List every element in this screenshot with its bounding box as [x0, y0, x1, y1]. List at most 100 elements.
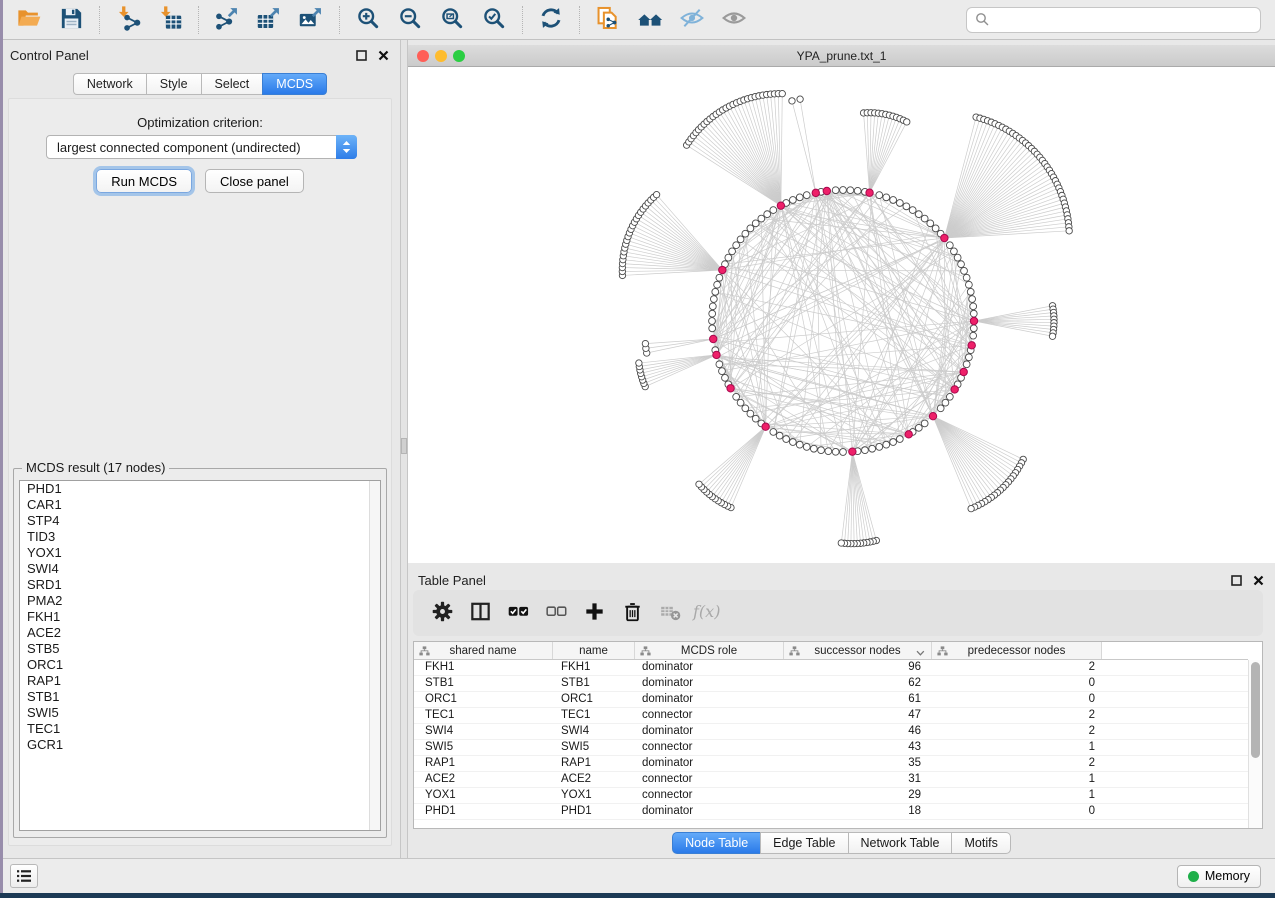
- export-table-button[interactable]: [248, 3, 290, 37]
- mcds-result-item[interactable]: GCR1: [20, 737, 380, 753]
- criterion-select[interactable]: largest connected component (undirected): [46, 135, 357, 159]
- column-header-predecessor_nodes[interactable]: predecessor nodes: [932, 642, 1102, 659]
- splitter-grip-icon[interactable]: [401, 438, 407, 454]
- cell-predecessor_nodes[interactable]: 2: [932, 756, 1102, 771]
- mcds-result-item[interactable]: TEC1: [20, 721, 380, 737]
- cell-successor_nodes[interactable]: 43: [784, 740, 932, 755]
- toggle-column-view-button[interactable]: [461, 594, 499, 632]
- table-row[interactable]: RAP1RAP1dominator352: [414, 756, 1248, 772]
- table-scrollbar-thumb[interactable]: [1251, 662, 1260, 758]
- refresh-view-button[interactable]: [530, 3, 572, 37]
- tab-edge-table[interactable]: Edge Table: [760, 832, 847, 854]
- cell-predecessor_nodes[interactable]: 2: [932, 660, 1102, 675]
- cell-shared_name[interactable]: PHD1: [414, 804, 553, 819]
- mcds-result-item[interactable]: ACE2: [20, 625, 380, 641]
- cell-mcds_role[interactable]: dominator: [635, 660, 784, 675]
- panel-splitter[interactable]: [400, 40, 408, 858]
- cell-mcds_role[interactable]: dominator: [635, 724, 784, 739]
- cell-name[interactable]: SWI5: [553, 740, 635, 755]
- cell-name[interactable]: ORC1: [553, 692, 635, 707]
- mcds-result-item[interactable]: YOX1: [20, 545, 380, 561]
- export-image-button[interactable]: [290, 3, 332, 37]
- show-all-button[interactable]: [713, 3, 755, 37]
- export-network-button[interactable]: [206, 3, 248, 37]
- cell-shared_name[interactable]: ACE2: [414, 772, 553, 787]
- tab-motifs[interactable]: Motifs: [951, 832, 1010, 854]
- cell-successor_nodes[interactable]: 62: [784, 676, 932, 691]
- cell-successor_nodes[interactable]: 61: [784, 692, 932, 707]
- column-header-shared_name[interactable]: shared name: [414, 642, 553, 659]
- table-row[interactable]: FKH1FKH1dominator962: [414, 660, 1248, 676]
- network-canvas[interactable]: [408, 67, 1275, 563]
- zoom-out-button[interactable]: [389, 3, 431, 37]
- close-panel-button[interactable]: Close panel: [205, 169, 304, 193]
- cell-mcds_role[interactable]: connector: [635, 740, 784, 755]
- cell-successor_nodes[interactable]: 18: [784, 804, 932, 819]
- open-session-button[interactable]: [8, 3, 50, 37]
- cell-name[interactable]: SWI4: [553, 724, 635, 739]
- mcds-result-item[interactable]: PMA2: [20, 593, 380, 609]
- table-row[interactable]: STB1STB1dominator620: [414, 676, 1248, 692]
- mcds-result-item[interactable]: ORC1: [20, 657, 380, 673]
- mcds-result-item[interactable]: SRD1: [20, 577, 380, 593]
- cell-shared_name[interactable]: YOX1: [414, 788, 553, 803]
- run-mcds-button[interactable]: Run MCDS: [96, 169, 192, 193]
- cell-shared_name[interactable]: FKH1: [414, 660, 553, 675]
- zoom-in-button[interactable]: [347, 3, 389, 37]
- mcds-result-item[interactable]: TID3: [20, 529, 380, 545]
- tab-style[interactable]: Style: [146, 73, 201, 95]
- cell-mcds_role[interactable]: connector: [635, 708, 784, 723]
- cell-name[interactable]: TEC1: [553, 708, 635, 723]
- memory-button[interactable]: Memory: [1177, 865, 1261, 888]
- mcds-list-scrollbar[interactable]: [369, 481, 380, 830]
- mcds-result-item[interactable]: STB1: [20, 689, 380, 705]
- cell-predecessor_nodes[interactable]: 0: [932, 676, 1102, 691]
- cell-predecessor_nodes[interactable]: 2: [932, 724, 1102, 739]
- table-scrollbar[interactable]: [1248, 660, 1262, 828]
- cell-mcds_role[interactable]: dominator: [635, 804, 784, 819]
- cell-successor_nodes[interactable]: 46: [784, 724, 932, 739]
- float-table-panel-icon[interactable]: [1230, 574, 1243, 587]
- cell-successor_nodes[interactable]: 35: [784, 756, 932, 771]
- hide-selected-button[interactable]: [671, 3, 713, 37]
- tab-network[interactable]: Network: [73, 73, 146, 95]
- mcds-result-item[interactable]: FKH1: [20, 609, 380, 625]
- column-header-name[interactable]: name: [553, 642, 635, 659]
- cell-predecessor_nodes[interactable]: 0: [932, 692, 1102, 707]
- table-row[interactable]: ORC1ORC1dominator610: [414, 692, 1248, 708]
- table-row[interactable]: ACE2ACE2connector311: [414, 772, 1248, 788]
- import-table-button[interactable]: [149, 3, 191, 37]
- cell-mcds_role[interactable]: dominator: [635, 692, 784, 707]
- add-row-button[interactable]: [575, 594, 613, 632]
- mcds-result-list[interactable]: PHD1CAR1STP4TID3YOX1SWI4SRD1PMA2FKH1ACE2…: [19, 480, 381, 831]
- cell-successor_nodes[interactable]: 96: [784, 660, 932, 675]
- cell-successor_nodes[interactable]: 31: [784, 772, 932, 787]
- close-panel-icon[interactable]: [377, 49, 390, 62]
- mcds-result-item[interactable]: RAP1: [20, 673, 380, 689]
- cell-shared_name[interactable]: SWI5: [414, 740, 553, 755]
- mcds-result-item[interactable]: STP4: [20, 513, 380, 529]
- cell-predecessor_nodes[interactable]: 0: [932, 804, 1102, 819]
- cell-shared_name[interactable]: RAP1: [414, 756, 553, 771]
- mcds-result-item[interactable]: CAR1: [20, 497, 380, 513]
- duplicate-network-button[interactable]: [587, 3, 629, 37]
- table-row[interactable]: PHD1PHD1dominator180: [414, 804, 1248, 820]
- cell-mcds_role[interactable]: connector: [635, 788, 784, 803]
- table-settings-button[interactable]: [423, 594, 461, 632]
- deselect-all-button[interactable]: [537, 594, 575, 632]
- cell-name[interactable]: RAP1: [553, 756, 635, 771]
- search-box[interactable]: [966, 7, 1261, 33]
- zoom-fit-button[interactable]: [431, 3, 473, 37]
- select-all-button[interactable]: [499, 594, 537, 632]
- cell-shared_name[interactable]: ORC1: [414, 692, 553, 707]
- first-neighbors-button[interactable]: [629, 3, 671, 37]
- cell-name[interactable]: STB1: [553, 676, 635, 691]
- cell-shared_name[interactable]: TEC1: [414, 708, 553, 723]
- cell-name[interactable]: YOX1: [553, 788, 635, 803]
- float-panel-icon[interactable]: [355, 49, 368, 62]
- cell-successor_nodes[interactable]: 29: [784, 788, 932, 803]
- cell-shared_name[interactable]: SWI4: [414, 724, 553, 739]
- cell-predecessor_nodes[interactable]: 1: [932, 772, 1102, 787]
- cell-predecessor_nodes[interactable]: 1: [932, 788, 1102, 803]
- table-row[interactable]: YOX1YOX1connector291: [414, 788, 1248, 804]
